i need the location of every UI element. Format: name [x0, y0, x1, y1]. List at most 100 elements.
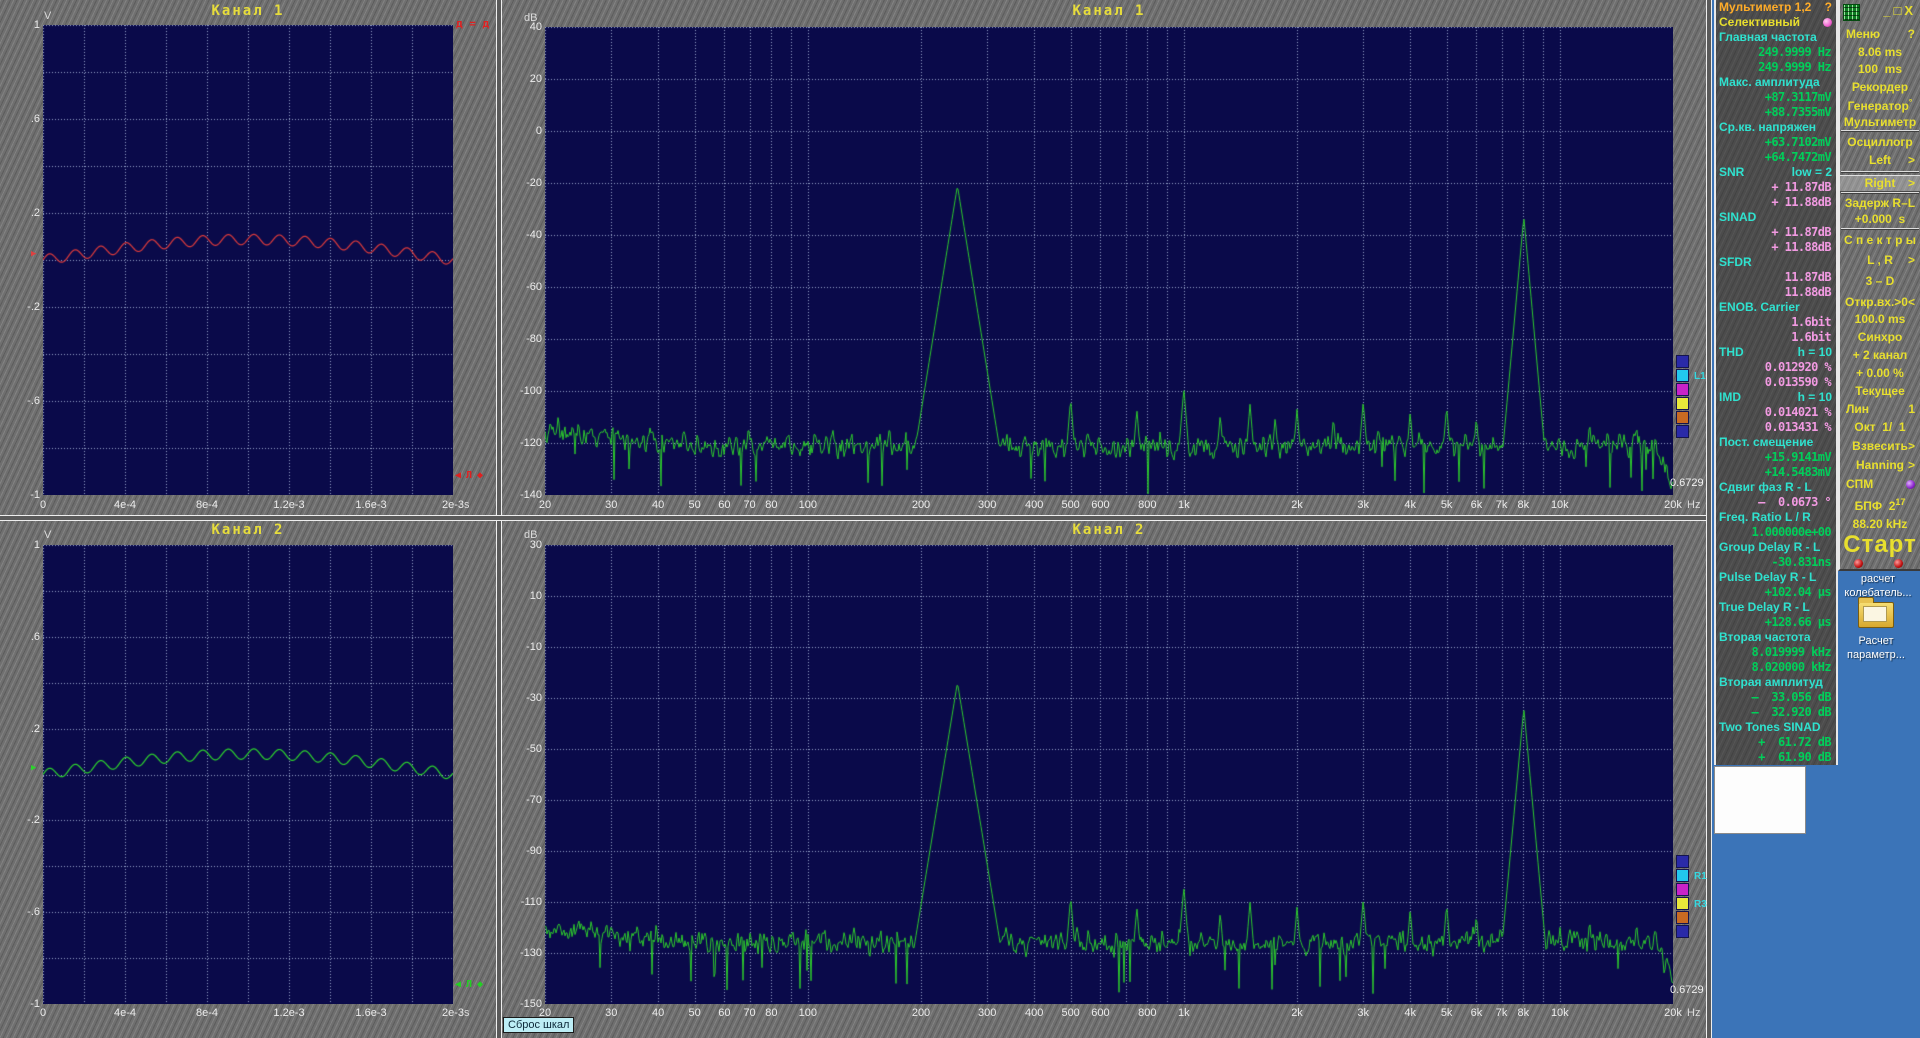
measurement-value: -30.831ns	[1771, 555, 1831, 569]
measurement-value: + 11.88dB	[1771, 195, 1831, 209]
x-tick-label: 4e-4	[113, 1007, 137, 1019]
y-tick-label: 1	[33, 19, 40, 31]
legend-swatch[interactable]	[1676, 383, 1689, 396]
menu-item-3-d[interactable]: 3 – D	[1840, 274, 1920, 291]
measurement-label: THD h = 10	[1719, 345, 1832, 359]
measurement-value: – 33.056 dB	[1751, 690, 1832, 704]
menu-item-окт-1-1[interactable]: Окт 1/ 1	[1840, 420, 1920, 437]
close-button[interactable]: X	[1904, 3, 1916, 18]
menu-item-взвесить[interactable]: Взвесить >	[1840, 439, 1920, 456]
legend-swatch[interactable]	[1676, 883, 1689, 896]
legend-swatch[interactable]	[1676, 369, 1689, 382]
scale-control-glyphs-ch1[interactable]: ◀Л◆	[455, 470, 488, 481]
minimize-button[interactable]: _	[1883, 3, 1893, 18]
measurement-value: 0.013590 %	[1764, 375, 1832, 389]
plot-time-ch2[interactable]	[43, 545, 453, 1004]
x-tick-label: 100	[798, 1007, 817, 1019]
legend-swatch[interactable]	[1676, 911, 1689, 924]
menu-item-меню[interactable]: Меню?	[1840, 27, 1920, 44]
menu-item-с-п-е-к-т-р-ы[interactable]: С п е к т р ы	[1840, 233, 1920, 250]
measurement-value: 0.013431 %	[1764, 420, 1832, 434]
menu-item-осциллогр[interactable]: Осциллогр	[1840, 135, 1920, 152]
x-tick-label: 200	[911, 1007, 931, 1019]
panel-title-ch1-time: Канал 1	[211, 3, 285, 19]
background-window[interactable]	[1714, 766, 1806, 834]
menu-item-100-ms[interactable]: 100 ms	[1840, 62, 1920, 79]
measurement-value: 0.014021 %	[1764, 405, 1832, 419]
legend-swatch[interactable]	[1676, 355, 1689, 368]
menu-item-8-06-ms[interactable]: 8.06 ms	[1840, 45, 1920, 62]
trace-start-marker-ch1[interactable]: ▶	[31, 249, 36, 259]
menu-item-бпф-2[interactable]: БПФ 217	[1840, 497, 1920, 514]
panel-divider-horizontal[interactable]	[0, 515, 1712, 521]
trace-start-marker-ch2[interactable]: ▶	[31, 763, 36, 773]
measurement-value: 249.9999 Hz	[1758, 60, 1831, 74]
x-tick-label: 0	[39, 499, 47, 511]
x-tick-label: 30	[605, 499, 618, 511]
x-tick-label: 60	[718, 499, 731, 511]
menu-item-текущее[interactable]: Текущее	[1840, 384, 1920, 401]
xaxis-unit-ch1-time: s	[464, 499, 470, 511]
desktop-icon-label-kolebatel[interactable]: расчет колебатель...	[1834, 572, 1920, 600]
scale-control-glyphs-ch2[interactable]: ◀Л◆	[455, 979, 488, 990]
measurement-value: 8.020000 kHz	[1751, 660, 1832, 674]
maximize-button[interactable]: □	[1893, 3, 1904, 18]
mode-led	[1823, 18, 1832, 28]
menu-separator	[1841, 130, 1919, 132]
legend-swatch[interactable]	[1676, 925, 1689, 938]
measurement-label: Сдвиг фаз R - L	[1719, 480, 1812, 494]
menu-separator	[1841, 171, 1919, 173]
y-tick-label: 10	[529, 590, 542, 602]
xaxis-unit-ch2-spectrum: Hz	[1687, 1007, 1701, 1019]
menu-item-задерж-r-l[interactable]: Задерж R–L	[1840, 196, 1920, 213]
menu-item-генератор[interactable]: Генератор°	[1840, 97, 1920, 114]
menu-item-лин[interactable]: Лин 1	[1840, 402, 1920, 419]
measurement-label: ENOB. Carrier	[1719, 300, 1800, 314]
x-tick-label: 400	[1024, 499, 1044, 511]
measurement-label: SNR low = 2	[1719, 165, 1832, 179]
y-tick-label: -60	[526, 281, 542, 293]
menu-item-откр-вх-0-[interactable]: Откр.вх.>0<	[1840, 295, 1920, 312]
legend-swatch[interactable]	[1676, 411, 1689, 424]
menu-item--0-000-s[interactable]: +0.000 s	[1840, 212, 1920, 229]
menu-item-hanning[interactable]: Hanning >	[1840, 458, 1920, 475]
x-tick-label: 6k	[1470, 499, 1483, 511]
menu-item-синхро[interactable]: Синхро	[1840, 330, 1920, 347]
menu-item-рекордер[interactable]: Рекордер	[1840, 80, 1920, 97]
menu-item--0-00-[interactable]: + 0.00 %	[1840, 366, 1920, 383]
x-tick-label: 8e-4	[195, 499, 219, 511]
measurement-value: 249.9999 Hz	[1758, 45, 1831, 59]
menu-item-left[interactable]: Left >	[1840, 153, 1920, 170]
legend-swatch[interactable]	[1676, 869, 1689, 882]
menu-item-старт[interactable]: Старт	[1840, 532, 1920, 558]
status-led	[1854, 559, 1863, 568]
spm-led	[1906, 480, 1915, 490]
screen: Канал 1 Канал 1 Канал 2 Канал 2 V dB V d…	[0, 0, 1920, 1038]
menu-item--2-канал[interactable]: + 2 канал	[1840, 348, 1920, 365]
desktop-icon-label-raschet[interactable]: Расчет параметр...	[1832, 634, 1920, 662]
x-tick-label: 10k	[1550, 499, 1569, 511]
y-tick-label: -30	[526, 692, 542, 704]
x-tick-label: 20k	[1664, 499, 1682, 511]
legend-swatch[interactable]	[1676, 855, 1689, 868]
x-tick-label: 300	[978, 499, 997, 511]
menu-item-100-0-ms[interactable]: 100.0 ms	[1840, 312, 1920, 329]
measurement-label: SINAD	[1719, 210, 1757, 224]
menu-item-спм[interactable]: СПМ	[1840, 477, 1920, 494]
cursor-value-readout: 0.6729	[1670, 477, 1704, 489]
x-tick-label: 500	[1061, 1007, 1080, 1019]
plot-spec-ch1[interactable]	[545, 27, 1673, 495]
legend-swatch[interactable]	[1676, 397, 1689, 410]
y-tick-label: -140	[519, 489, 542, 501]
plot-spec-ch2[interactable]	[545, 545, 1673, 1004]
plot-time-ch1[interactable]	[43, 25, 453, 495]
x-tick-label: 600	[1091, 1007, 1110, 1019]
y-tick-label: 0	[535, 125, 542, 137]
menu-item-l-r[interactable]: L , R >	[1840, 253, 1920, 270]
folder-icon[interactable]	[1858, 597, 1894, 628]
menu-item-right[interactable]: Right >	[1840, 175, 1920, 192]
legend-swatch[interactable]	[1676, 425, 1689, 438]
legend-swatch[interactable]	[1676, 897, 1689, 910]
analyzer-window: Канал 1 Канал 1 Канал 2 Канал 2 V dB V d…	[0, 0, 1712, 1038]
y-tick-label: 40	[529, 21, 542, 33]
